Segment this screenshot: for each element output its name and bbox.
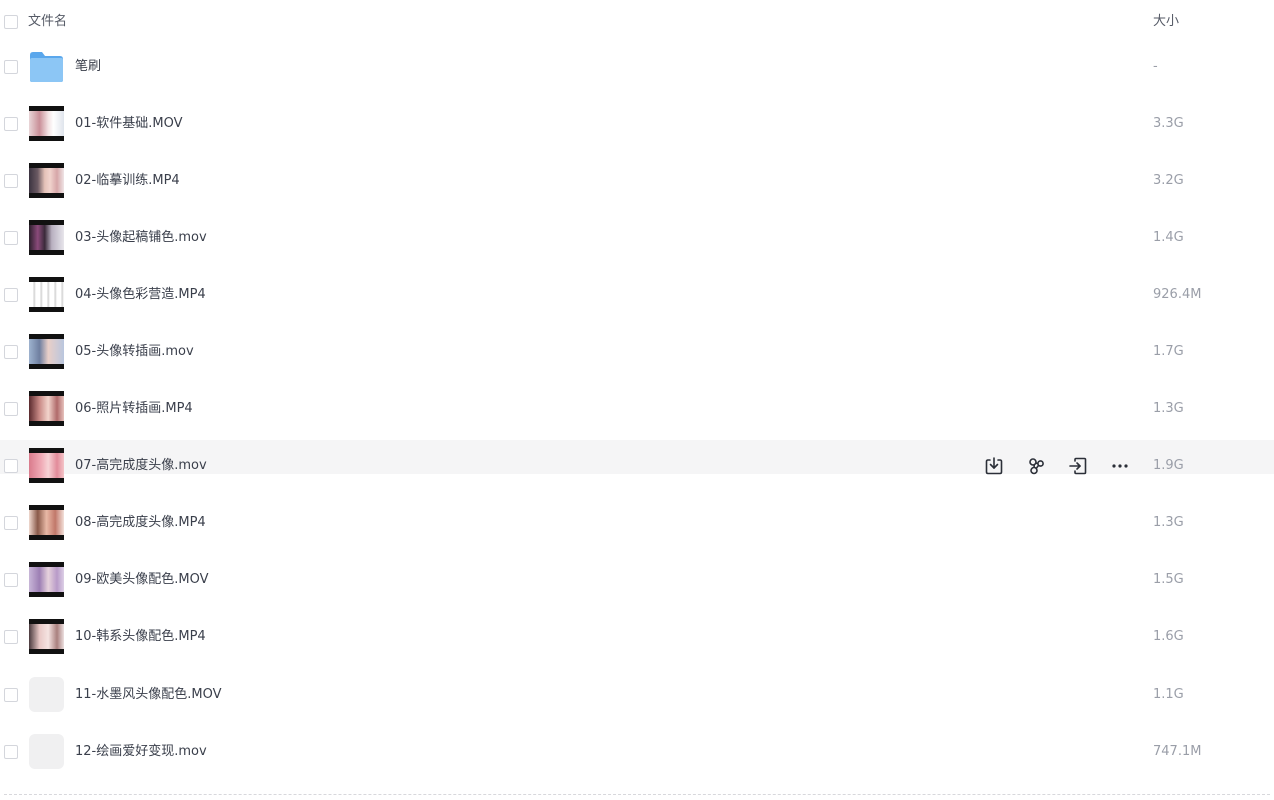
- file-size: 926.4M: [1153, 287, 1202, 302]
- move-to-icon[interactable]: [1067, 455, 1089, 477]
- file-name[interactable]: 08-高完成度头像.MP4: [75, 514, 206, 532]
- file-size: 747.1M: [1153, 744, 1202, 759]
- row-checkbox[interactable]: [4, 459, 18, 473]
- list-header: 文件名 大小: [0, 0, 1274, 44]
- file-name[interactable]: 12-绘画爱好变现.mov: [75, 743, 207, 761]
- row-checkbox[interactable]: [4, 402, 18, 416]
- list-item[interactable]: 06-照片转插画.MP4 1.3G: [0, 391, 1274, 426]
- video-thumbnail: [29, 562, 64, 597]
- list-item[interactable]: 11-水墨风头像配色.MOV 1.1G: [0, 677, 1274, 712]
- list-item[interactable]: 05-头像转插画.mov 1.7G: [0, 334, 1274, 369]
- file-name[interactable]: 02-临摹训练.MP4: [75, 172, 180, 190]
- select-all-checkbox[interactable]: [4, 15, 18, 29]
- file-size: 3.2G: [1153, 173, 1184, 188]
- file-size: 1.3G: [1153, 515, 1184, 530]
- list-item[interactable]: 笔刷 -: [0, 49, 1274, 84]
- file-size: -: [1153, 59, 1158, 74]
- video-thumbnail: [29, 220, 64, 255]
- video-thumbnail: [29, 505, 64, 540]
- row-checkbox[interactable]: [4, 516, 18, 530]
- file-name[interactable]: 06-照片转插画.MP4: [75, 400, 193, 418]
- file-size: 1.4G: [1153, 230, 1184, 245]
- file-size: 1.3G: [1153, 401, 1184, 416]
- list-item[interactable]: 12-绘画爱好变现.mov 747.1M: [0, 734, 1274, 769]
- video-thumbnail: [29, 106, 64, 141]
- file-size: 1.1G: [1153, 687, 1184, 702]
- file-name[interactable]: 01-软件基础.MOV: [75, 115, 182, 133]
- folder-icon: [29, 49, 64, 84]
- list-item-hovered[interactable]: 07-高完成度头像.mov 1.9G: [0, 448, 1274, 483]
- file-name[interactable]: 10-韩系头像配色.MP4: [75, 628, 206, 646]
- row-checkbox[interactable]: [4, 345, 18, 359]
- row-checkbox[interactable]: [4, 745, 18, 759]
- video-thumbnail: [29, 163, 64, 198]
- file-name[interactable]: 07-高完成度头像.mov: [75, 457, 207, 475]
- file-size: 1.6G: [1153, 629, 1184, 644]
- row-checkbox[interactable]: [4, 573, 18, 587]
- list-item[interactable]: 01-软件基础.MOV 3.3G: [0, 106, 1274, 141]
- size-column-header[interactable]: 大小: [1153, 13, 1179, 31]
- name-column-header[interactable]: 文件名: [28, 13, 67, 31]
- more-icon[interactable]: [1109, 455, 1131, 477]
- file-name[interactable]: 03-头像起稿铺色.mov: [75, 229, 207, 247]
- row-checkbox[interactable]: [4, 288, 18, 302]
- video-thumbnail: [29, 334, 64, 369]
- list-item[interactable]: 02-临摹训练.MP4 3.2G: [0, 163, 1274, 198]
- file-name[interactable]: 笔刷: [75, 58, 101, 76]
- list-item[interactable]: 08-高完成度头像.MP4 1.3G: [0, 505, 1274, 540]
- file-name[interactable]: 04-头像色彩营造.MP4: [75, 286, 206, 304]
- file-name[interactable]: 09-欧美头像配色.MOV: [75, 571, 208, 589]
- list-item[interactable]: 03-头像起稿铺色.mov 1.4G: [0, 220, 1274, 255]
- video-thumbnail-placeholder: [29, 734, 64, 769]
- download-icon[interactable]: [983, 455, 1005, 477]
- video-thumbnail: [29, 391, 64, 426]
- row-checkbox[interactable]: [4, 174, 18, 188]
- list-item[interactable]: 04-头像色彩营造.MP4 926.4M: [0, 277, 1274, 312]
- row-checkbox[interactable]: [4, 231, 18, 245]
- file-name[interactable]: 05-头像转插画.mov: [75, 343, 194, 361]
- video-thumbnail: [29, 448, 64, 483]
- list-item[interactable]: 10-韩系头像配色.MP4 1.6G: [0, 619, 1274, 654]
- row-checkbox[interactable]: [4, 60, 18, 74]
- file-size: 3.3G: [1153, 116, 1184, 131]
- share-icon[interactable]: [1025, 455, 1047, 477]
- list-bottom-divider: [4, 794, 1270, 795]
- video-thumbnail-placeholder: [29, 677, 64, 712]
- file-list: 文件名 大小 笔刷 - 01-软件基础.MOV 3.3G 02-临摹训练.MP4…: [0, 0, 1274, 800]
- video-thumbnail: [29, 619, 64, 654]
- video-thumbnail: [29, 277, 64, 312]
- file-size: 1.9G: [1153, 458, 1184, 473]
- file-size: 1.7G: [1153, 344, 1184, 359]
- row-checkbox[interactable]: [4, 688, 18, 702]
- file-size: 1.5G: [1153, 572, 1184, 587]
- list-item[interactable]: 09-欧美头像配色.MOV 1.5G: [0, 562, 1274, 597]
- row-checkbox[interactable]: [4, 117, 18, 131]
- file-name[interactable]: 11-水墨风头像配色.MOV: [75, 686, 221, 704]
- row-checkbox[interactable]: [4, 630, 18, 644]
